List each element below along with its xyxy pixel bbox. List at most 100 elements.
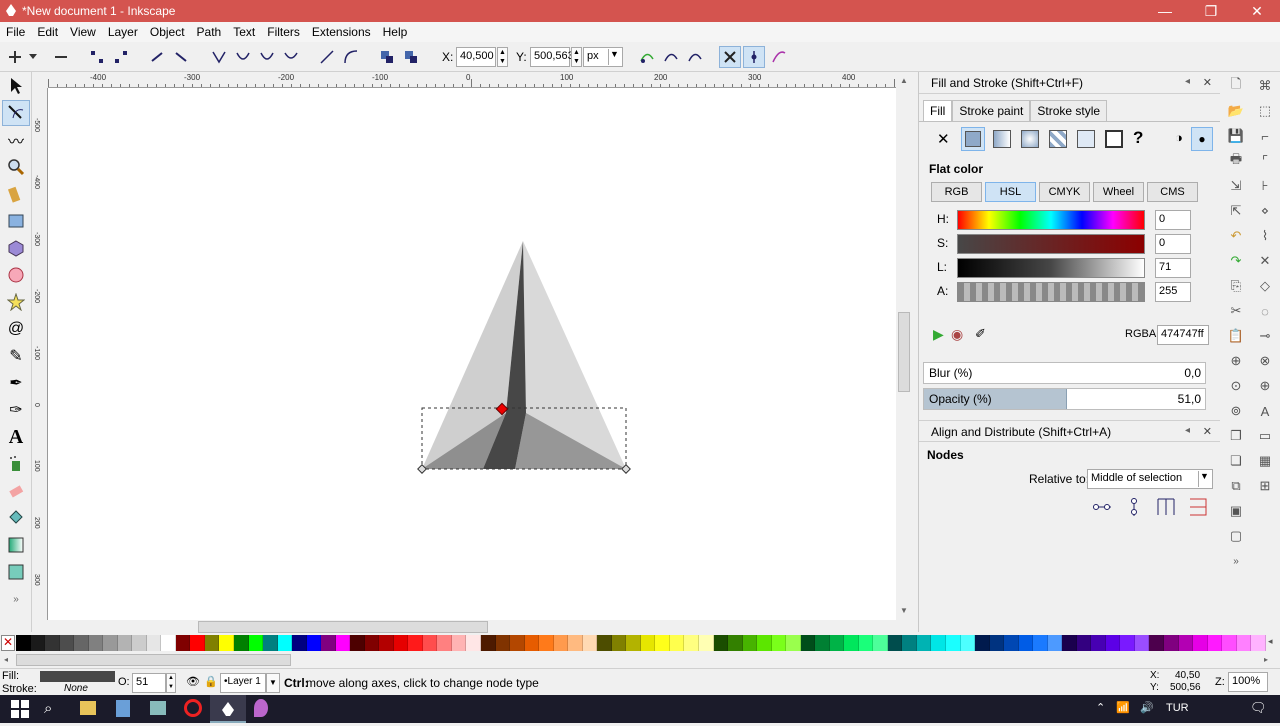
palette-swatch[interactable] <box>800 635 816 651</box>
palette-swatch[interactable] <box>1134 635 1150 651</box>
palette-swatch[interactable] <box>655 635 670 651</box>
snap-grid-icon[interactable]: ▦ <box>1254 450 1276 472</box>
mode-rgb[interactable]: RGB <box>931 182 982 202</box>
palette-swatch[interactable] <box>437 635 452 651</box>
palette-swatch[interactable] <box>59 635 75 651</box>
palette-swatch[interactable] <box>495 635 511 651</box>
palette-swatch[interactable] <box>1251 635 1266 651</box>
volume-icon[interactable]: 🔊 <box>1140 701 1154 714</box>
snap-cusp-nodes-icon[interactable]: ◇ <box>1254 275 1276 297</box>
snap-bbox-midpoint-icon[interactable]: ⊦ <box>1254 175 1276 197</box>
panel-close-icon[interactable]: ✕ <box>1203 76 1212 89</box>
opera-icon[interactable] <box>184 699 202 717</box>
palette-swatch[interactable] <box>1193 635 1208 651</box>
cut-icon[interactable]: ✂ <box>1225 300 1247 322</box>
palette-swatch[interactable] <box>1076 635 1092 651</box>
hue-slider[interactable] <box>957 210 1145 230</box>
palette-swatch[interactable] <box>902 635 917 651</box>
snap-paths-icon[interactable]: ⌇ <box>1254 225 1276 247</box>
palette-swatch[interactable] <box>1018 635 1034 651</box>
palette-swatch[interactable] <box>204 635 220 651</box>
segment-curve-icon[interactable] <box>340 46 362 68</box>
pen-tool-icon[interactable]: ✒ <box>2 370 30 396</box>
palette-scroll-thumb[interactable] <box>16 654 291 666</box>
save-icon[interactable]: 💾 <box>1225 125 1247 147</box>
palette-swatch[interactable] <box>582 635 598 651</box>
palette-scroll-left-icon[interactable]: ◂ <box>4 655 8 664</box>
linear-gradient-button[interactable] <box>993 130 1011 148</box>
star-tool-icon[interactable] <box>2 289 30 315</box>
palette-swatch[interactable] <box>975 635 990 651</box>
snap-page-border-icon[interactable]: ▭ <box>1254 425 1276 447</box>
palette-swatch[interactable] <box>873 635 888 651</box>
status-opacity-spin-icon[interactable]: ▲ ▼ <box>166 673 176 693</box>
palette-swatch[interactable] <box>1047 635 1063 651</box>
palette-swatch[interactable] <box>422 635 438 651</box>
palette-swatch[interactable] <box>829 635 845 651</box>
y-spin-icon[interactable]: ▲ ▼ <box>571 47 582 67</box>
print-icon[interactable]: 🖶 <box>1225 150 1247 172</box>
palette-swatch[interactable] <box>931 635 946 651</box>
pattern-button[interactable] <box>1049 130 1067 148</box>
palette-swatch[interactable] <box>161 635 176 651</box>
horizontal-scroll-thumb[interactable] <box>198 621 488 633</box>
snap-smooth-nodes-icon[interactable]: ◌ <box>1254 300 1276 322</box>
palette-swatch[interactable] <box>277 635 293 651</box>
color-picker-icon[interactable]: ✐ <box>975 326 986 342</box>
fill-indicator[interactable] <box>40 671 115 682</box>
zoom-page-icon[interactable]: ⊚ <box>1225 400 1247 422</box>
palette-swatch[interactable] <box>916 635 932 651</box>
delete-segment-icon[interactable] <box>170 46 192 68</box>
snap-intersections-icon[interactable]: ✕ <box>1254 250 1276 272</box>
palette-swatch[interactable] <box>466 635 481 651</box>
palette-swatch[interactable] <box>640 635 656 651</box>
tab-fill[interactable]: Fill <box>923 100 953 121</box>
palette-swatch[interactable] <box>669 635 685 651</box>
palette-swatch[interactable] <box>335 635 351 651</box>
more-commands-icon[interactable]: » <box>1225 550 1247 572</box>
alpha-input[interactable]: 255 <box>1155 282 1191 302</box>
palette-swatch[interactable] <box>117 635 133 651</box>
palette-swatch[interactable] <box>771 635 787 651</box>
break-path-icon[interactable] <box>110 46 132 68</box>
snap-guide-icon[interactable]: ⊞ <box>1254 475 1276 497</box>
zoom-tool-icon[interactable] <box>2 154 30 180</box>
palette-swatch[interactable] <box>815 635 830 651</box>
zoom-drawing-icon[interactable]: ⊙ <box>1225 375 1247 397</box>
new-document-icon[interactable]: 🗋 <box>1225 75 1247 97</box>
unset-paint-button[interactable] <box>1105 130 1123 148</box>
rectangle-tool-icon[interactable] <box>2 208 30 234</box>
clone-icon[interactable]: ❏ <box>1225 450 1247 472</box>
snap-bbox-corner-icon[interactable]: ⌜ <box>1254 150 1276 172</box>
spiral-tool-icon[interactable]: @ <box>2 316 30 342</box>
saturation-input[interactable]: 0 <box>1155 234 1191 254</box>
hue-input[interactable]: 0 <box>1155 210 1191 230</box>
network-icon[interactable]: 📶 <box>1116 701 1130 714</box>
more-tools-icon[interactable]: » <box>2 586 30 612</box>
palette-scrollbar[interactable]: ◂ ▸ <box>0 652 1280 668</box>
palette-swatch[interactable] <box>263 635 278 651</box>
calligraphy-tool-icon[interactable]: ✑ <box>2 397 30 423</box>
tab-stroke-paint[interactable]: Stroke paint <box>952 100 1031 121</box>
cusp-node-icon[interactable] <box>208 46 230 68</box>
rgba-input[interactable]: 474747ff <box>1157 325 1209 345</box>
join-nodes-icon[interactable] <box>86 46 108 68</box>
opacity-control[interactable]: Opacity (%) 51,0 <box>923 388 1206 410</box>
palette-swatch[interactable] <box>728 635 743 651</box>
ungroup-icon[interactable]: ▢ <box>1225 525 1247 547</box>
palette-swatch[interactable] <box>698 635 714 651</box>
distribute-nodes-vertical-icon[interactable] <box>1187 496 1209 518</box>
export-icon[interactable]: ⇱ <box>1225 200 1247 222</box>
palette-swatch[interactable] <box>1163 635 1179 651</box>
palette-swatch[interactable] <box>379 635 394 651</box>
layer-select[interactable]: •Layer 1 <box>220 673 266 693</box>
mode-hsl[interactable]: HSL <box>985 182 1036 202</box>
windows-start-icon[interactable] <box>10 699 30 719</box>
palette-swatch[interactable] <box>539 635 554 651</box>
align-nodes-horizontal-icon[interactable] <box>1091 496 1113 518</box>
palette-swatch[interactable] <box>713 635 729 651</box>
palette-swatch[interactable] <box>1236 635 1252 651</box>
palette-swatch[interactable] <box>292 635 307 651</box>
input-language[interactable]: TUR <box>1166 702 1189 714</box>
palette-swatch[interactable] <box>350 635 365 651</box>
